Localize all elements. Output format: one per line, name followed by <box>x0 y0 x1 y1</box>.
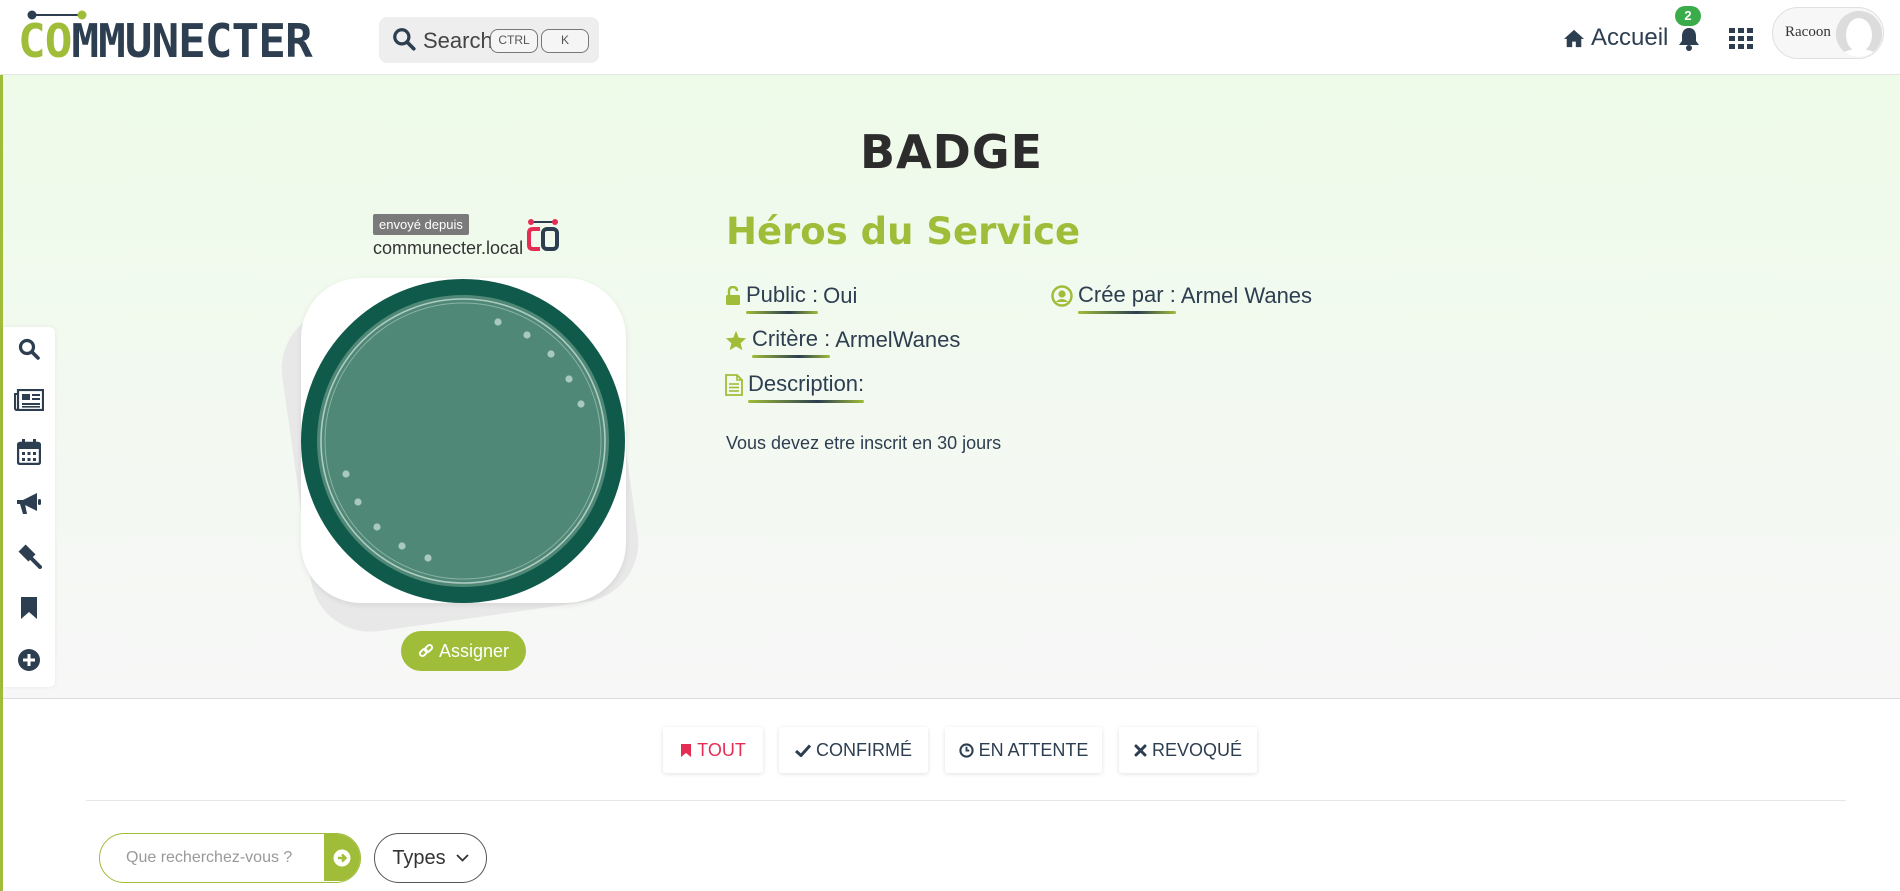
home-label: Accueil <box>1591 24 1669 51</box>
side-menu-announcements[interactable] <box>13 488 45 520</box>
filter-confirmed-label: CONFIRMÉ <box>816 739 912 760</box>
logo-text: COMMUNECTER <box>18 14 313 68</box>
bookmark-icon <box>21 597 37 619</box>
page-title: BADGE <box>859 125 1044 179</box>
chevron-down-icon <box>456 854 469 862</box>
search-label: Search <box>423 28 493 53</box>
badge-image <box>301 279 625 603</box>
sent-from-tag: envoyé depuis <box>373 214 469 235</box>
unlock-icon <box>726 286 740 305</box>
side-menu-add[interactable] <box>13 644 45 676</box>
home-link[interactable]: Accueil <box>1563 24 1668 52</box>
clock-icon <box>959 742 974 758</box>
star-icon <box>725 330 747 350</box>
badge-search-input[interactable] <box>100 834 328 881</box>
arrow-circle-right-icon <box>333 849 351 866</box>
search-submit-button[interactable] <box>324 834 360 881</box>
side-menu-bookmarks[interactable] <box>13 592 45 624</box>
home-icon <box>1564 29 1584 48</box>
assign-button[interactable]: Assigner <box>401 631 526 671</box>
communecter-co-icon <box>527 219 559 251</box>
types-label: Types <box>392 846 446 869</box>
badge-search-box <box>99 833 361 883</box>
calendar-icon <box>17 439 41 465</box>
criteria-field: Critère : ArmelWanes <box>725 326 961 358</box>
side-menu-agenda[interactable] <box>13 436 45 468</box>
description-text: Vous devez etre inscrit en 30 jours <box>726 433 1002 453</box>
close-icon <box>1134 744 1147 756</box>
link-icon <box>418 643 434 658</box>
side-menu-news[interactable] <box>13 384 45 416</box>
filter-revoked-label: REVOQUÉ <box>1151 739 1243 760</box>
check-icon <box>795 743 811 757</box>
filter-pending-button[interactable]: EN ATTENTE <box>945 727 1102 773</box>
newspaper-icon <box>14 389 44 411</box>
section-divider <box>86 800 1846 801</box>
types-dropdown[interactable]: Types <box>374 833 487 883</box>
description-field: Description: <box>725 371 865 403</box>
document-icon <box>725 374 743 396</box>
bookmark-icon <box>681 743 692 757</box>
assign-label: Assigner <box>438 640 510 661</box>
global-search-button[interactable]: Search CTRL K <box>379 17 599 63</box>
source-host: communecter.local <box>373 238 524 258</box>
megaphone-icon <box>17 493 41 514</box>
plus-circle-icon <box>18 649 40 671</box>
filter-confirmed-button[interactable]: CONFIRMÉ <box>779 727 928 773</box>
top-header: COMMUNECTER Search CTRL K Accueil 2 Raco… <box>0 0 1900 75</box>
side-menu <box>3 327 55 687</box>
search-icon <box>393 28 416 51</box>
filter-all-label: TOUT <box>697 739 746 760</box>
apps-grid-icon[interactable] <box>1729 28 1753 50</box>
gavel-icon <box>18 544 42 569</box>
bell-icon[interactable] <box>1677 26 1701 52</box>
user-name: Racoon <box>1785 24 1831 40</box>
side-menu-decisions[interactable] <box>13 540 45 572</box>
user-silhouette-icon <box>1836 11 1882 57</box>
shortcut-k-key: K <box>541 29 589 53</box>
avatar <box>1836 11 1882 57</box>
creator-value[interactable]: Armel Wanes <box>1181 283 1312 309</box>
badge-name: Héros du Service <box>726 210 1081 253</box>
public-field: Public : Oui <box>725 282 858 314</box>
filter-pending-label: EN ATTENTE <box>978 739 1089 760</box>
user-menu-button[interactable]: Racoon <box>1772 7 1884 59</box>
search-icon <box>18 338 40 360</box>
criteria-value: ArmelWanes <box>835 327 961 352</box>
description-key: Description: <box>748 371 865 403</box>
shortcut-ctrl-key: CTRL <box>490 29 538 53</box>
public-value: Oui <box>823 283 858 308</box>
communecter-logo[interactable]: COMMUNECTER <box>18 8 366 64</box>
filter-all-button[interactable]: TOUT <box>663 727 763 773</box>
user-circle-icon <box>1051 285 1073 307</box>
public-key: Public : <box>746 282 819 314</box>
filter-revoked-button[interactable]: REVOQUÉ <box>1119 727 1257 773</box>
creator-key: Crée par : <box>1078 282 1176 314</box>
side-menu-search[interactable] <box>13 333 45 365</box>
creator-field: Crée par : Armel Wanes <box>1051 282 1312 314</box>
notification-count-badge: 2 <box>1675 6 1701 26</box>
criteria-key: Critère : <box>752 326 831 358</box>
